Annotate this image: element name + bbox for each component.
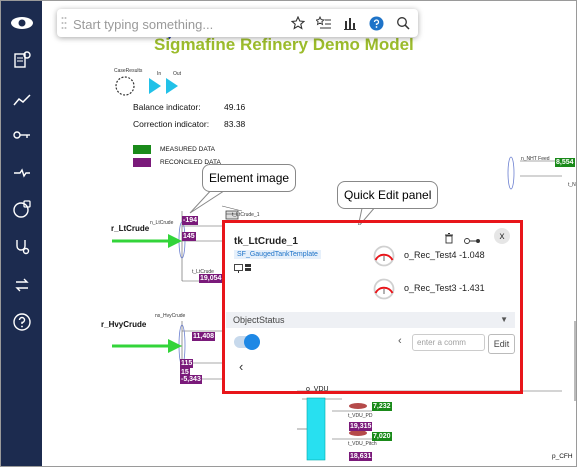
sidebar [1, 1, 42, 466]
favorite-star-icon[interactable] [290, 15, 306, 31]
object-status-label: ObjectStatus [233, 315, 285, 325]
status-toggle[interactable] [234, 334, 260, 350]
gauge-name: o_Rec_Test4 [404, 250, 457, 260]
help-icon[interactable] [1, 310, 42, 334]
gauge-label: o_Rec_Test4 -1.048 [404, 250, 485, 260]
back-chevron-icon[interactable]: ‹ [239, 359, 243, 374]
callout-quick-edit-panel: Quick Edit panel [337, 181, 439, 209]
edit-button[interactable]: Edit [488, 334, 515, 354]
chevron-left-icon[interactable]: ‹ [398, 335, 402, 347]
close-icon[interactable]: x [494, 228, 510, 244]
search-icon[interactable] [395, 15, 411, 31]
trend-chart-icon[interactable] [1, 88, 42, 112]
search-input[interactable] [71, 13, 275, 35]
delete-icon[interactable] [444, 231, 454, 249]
favorites-list-icon[interactable] [316, 15, 332, 31]
sync-arrows-icon[interactable] [1, 273, 42, 297]
drag-handle-icon[interactable] [61, 16, 67, 30]
quick-edit-title: tk_LtCrude_1 [234, 236, 298, 247]
flow-arrows-icon[interactable] [1, 161, 42, 185]
key-connection-icon[interactable] [1, 123, 42, 147]
display-icons[interactable] [234, 264, 252, 274]
template-tag[interactable]: SF_GaugedTankTemplate [234, 250, 321, 259]
stethoscope-icon[interactable] [1, 235, 42, 259]
gauge-value: -1.431 [459, 283, 485, 293]
comment-input[interactable] [412, 334, 485, 351]
bar-chart-icon[interactable] [342, 15, 358, 31]
search-bar [57, 9, 418, 37]
document-settings-icon[interactable] [1, 48, 42, 72]
help-circle-icon[interactable] [368, 15, 384, 31]
quick-edit-panel: tk_LtCrude_1 SF_GaugedTankTemplate x o_R… [226, 225, 515, 386]
gauge-name: o_Rec_Test3 [404, 283, 457, 293]
chevron-down-icon[interactable]: ▼ [500, 315, 508, 324]
security-shield-icon[interactable] [1, 197, 42, 221]
gauge-icon [373, 278, 395, 300]
toggle-knob [244, 334, 260, 350]
app-window: CS Refinery Model Sigmafine Refinery Dem… [0, 0, 577, 467]
gauge-value: -1.048 [459, 250, 485, 260]
callout-element-image: Element image [202, 164, 297, 192]
object-status-section[interactable]: ObjectStatus ▼ [226, 312, 515, 328]
gauge-icon [373, 245, 395, 267]
app-logo-icon[interactable] [1, 11, 42, 35]
gauge-label: o_Rec_Test3 -1.431 [404, 283, 485, 293]
connection-settings-icon[interactable] [464, 232, 482, 250]
